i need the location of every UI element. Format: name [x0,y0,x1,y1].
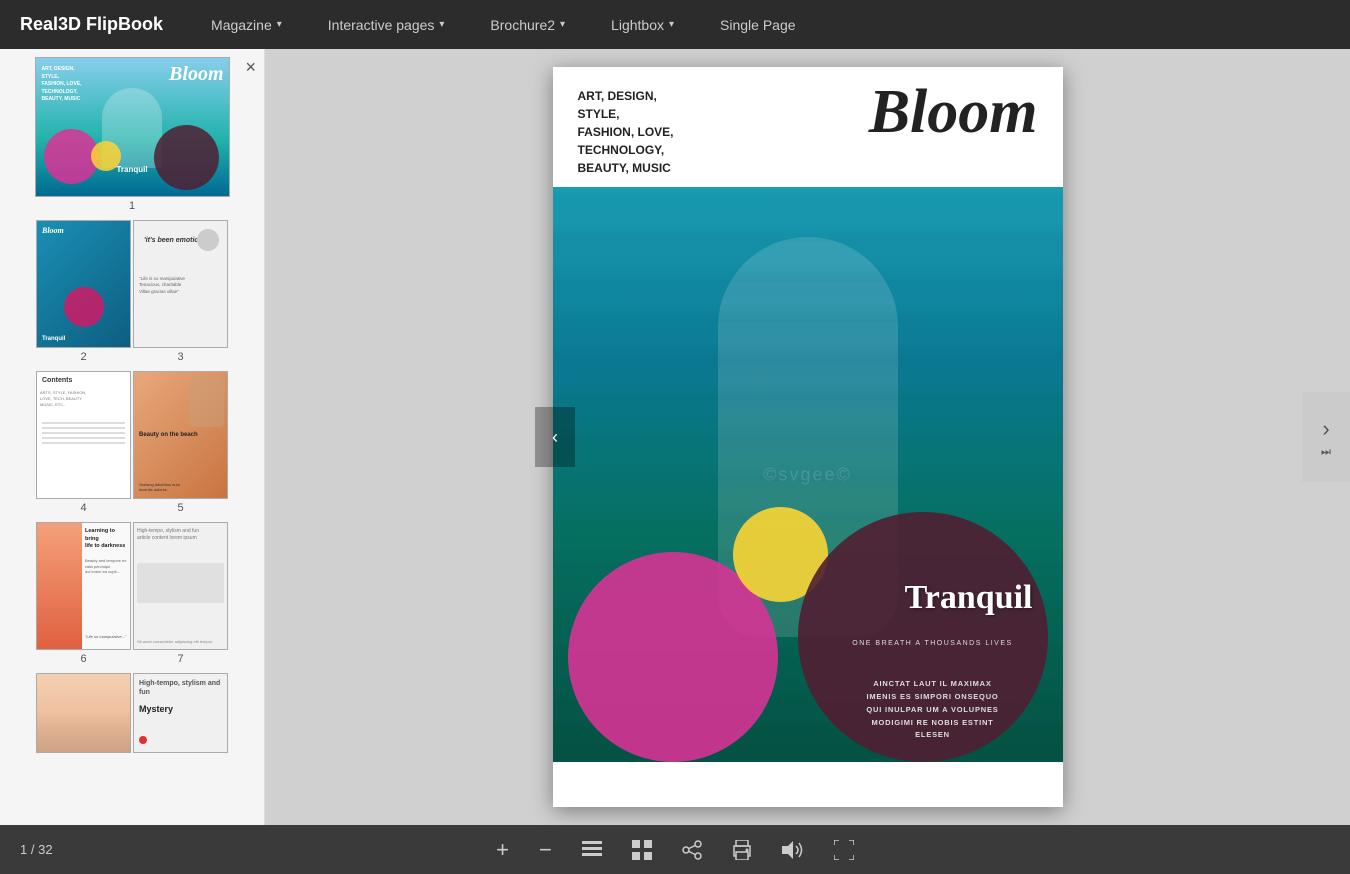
thumb-label-2: 2 [80,351,86,363]
top-navigation: Real3D FlipBook Magazine ▾ Interactive p… [0,0,1350,49]
thumb-label-6: 6 [80,653,86,665]
fullscreen-button[interactable] [829,835,859,865]
grid-view-button[interactable] [627,835,657,865]
page-tagline: ART, DESIGN, STYLE, FASHION, LOVE, TECHN… [578,87,674,177]
book-viewer: ART, DESIGN, STYLE, FASHION, LOVE, TECHN… [265,49,1350,825]
bottom-toolbar: 1 / 32 + − [0,825,1350,874]
thumb-bloom-text: Bloom [169,63,223,86]
prev-page-button[interactable]: ‹ [535,407,575,467]
book-page: ART, DESIGN, STYLE, FASHION, LOVE, TECHN… [553,67,1063,807]
tranquil-label: Tranquil [905,579,1033,617]
sidebar-thumbnails: × ART, DESIGN,STYLE,FASHION, LOVE,TECHNO… [0,49,265,825]
sound-button[interactable] [777,836,809,864]
next-page-button[interactable]: › ⏭ [1302,392,1350,482]
page-bloom-title: Bloom [869,77,1038,148]
thumb-label-1: 1 [129,200,135,212]
grid-icon [632,840,652,860]
next-arrow-icon: › [1322,416,1329,442]
page-separator: / [31,842,38,857]
thumbnail-row-1: ART, DESIGN,STYLE,FASHION, LOVE,TECHNOLO… [0,49,264,212]
page-current: 1 [20,842,27,857]
nav-magazine[interactable]: Magazine ▾ [203,12,290,38]
brand-logo: Real3D FlipBook [20,14,163,35]
body-text: AINCTAT LAUT IL MAXIMAX IMENIS ES SIMPOR… [818,678,1048,742]
thumbnail-row-2-3: Bloom Tranquil 2 'it's been emotional' "… [0,220,264,363]
thumb-label-3: 3 [177,351,183,363]
print-icon [732,840,752,860]
page-header: ART, DESIGN, STYLE, FASHION, LOVE, TECHN… [553,67,1063,187]
nav-single-page[interactable]: Single Page [712,12,804,38]
underwater-image: ©svgee© Tranquil [553,187,1063,762]
thumb-page-9[interactable]: High-tempo, stylism and fun Mystery [133,673,228,753]
next-last-icon: ⏭ [1321,446,1331,459]
thumb-page-1[interactable]: ART, DESIGN,STYLE,FASHION, LOVE,TECHNOLO… [35,57,230,197]
list-icon [582,841,602,859]
chevron-down-icon: ▾ [277,19,282,30]
thumb-page-3[interactable]: 'it's been emotional' "Life is so manipu… [133,220,228,348]
fullscreen-icon [834,840,854,860]
nav-lightbox[interactable]: Lightbox ▾ [603,12,682,38]
close-sidebar-button[interactable]: × [245,57,256,78]
thumb-label-4: 4 [80,502,86,514]
thumb-page-6[interactable]: Learning to bringlife to darkness Beauty… [36,522,131,650]
zoom-in-button[interactable]: + [491,832,514,868]
thumb-page-4[interactable]: Contents ARTS, STYLE, FASHION,LOVE, TECH… [36,371,131,499]
thumb-label-7: 7 [177,653,183,665]
thumb-page-8[interactable] [36,673,131,753]
list-view-button[interactable] [577,836,607,864]
sound-icon [782,841,804,859]
content-area: ‹ ART, DESIGN, STYLE, FASHION, LOVE, TEC… [265,49,1350,825]
one-breath-label: ONE BREATH A THOUSANDS LIVES [823,640,1043,647]
chevron-down-icon: ▾ [439,19,444,30]
thumb-page-7[interactable]: High-tempo, stylism and funarticle conte… [133,522,228,650]
nav-brochure2[interactable]: Brochure2 ▾ [482,12,573,38]
zoom-out-button[interactable]: − [534,832,557,868]
chevron-down-icon: ▾ [560,19,565,30]
thumbnail-row-6-7: Learning to bringlife to darkness Beauty… [0,522,264,665]
chevron-down-icon: ▾ [669,19,674,30]
toolbar-inner: 1 / 32 + − [0,832,1350,868]
share-button[interactable] [677,835,707,865]
share-icon [682,840,702,860]
page-total: 32 [38,842,52,857]
thumb-label-5: 5 [177,502,183,514]
thumbnail-row-8: High-tempo, stylism and fun Mystery [0,673,264,753]
page-indicator: 1 / 32 [20,842,53,857]
print-button[interactable] [727,835,757,865]
main-area: × ART, DESIGN,STYLE,FASHION, LOVE,TECHNO… [0,49,1350,825]
nav-interactive-pages[interactable]: Interactive pages ▾ [320,12,453,38]
thumb-page-5[interactable]: Beauty on the beach Seelung laboribus eu… [133,371,228,499]
thumb-page-2[interactable]: Bloom Tranquil [36,220,131,348]
thumbnail-row-4-5: Contents ARTS, STYLE, FASHION,LOVE, TECH… [0,371,264,514]
